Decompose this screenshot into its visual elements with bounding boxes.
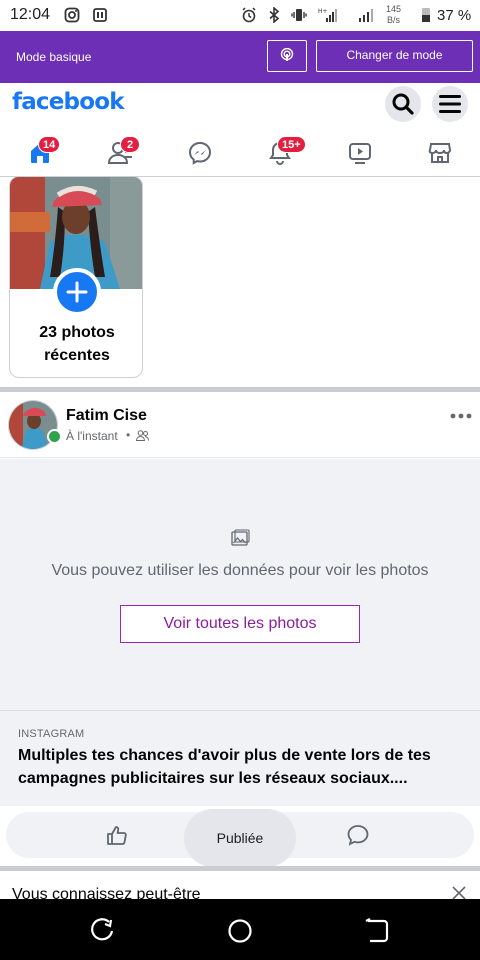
comment-icon[interactable] [347, 824, 369, 846]
post-header: Fatim Cise À l'instant • [0, 393, 480, 458]
photo-icon [231, 529, 250, 546]
home-nav-icon[interactable] [227, 918, 253, 944]
plus-icon [66, 281, 88, 303]
section-divider [0, 387, 480, 392]
menu-button[interactable] [432, 86, 468, 122]
menu-icon [439, 95, 461, 113]
recent-photos-label: 23 photos récentes [39, 324, 115, 364]
marketplace-icon [428, 143, 452, 163]
people-suggestions: Vous connaissez peut-être [0, 872, 480, 902]
network-speed: 145 B/s [386, 4, 401, 26]
instagram-icon [64, 7, 80, 23]
tab-messenger[interactable] [170, 135, 230, 171]
alarm-icon [242, 7, 256, 23]
signal-icon: H+ [318, 8, 337, 22]
status-time: 12:04 [10, 6, 51, 23]
post-meta-separator: • [126, 428, 131, 442]
battery-icon [422, 8, 430, 22]
app-header: facebook [0, 83, 480, 129]
nav-tabs: 14 2 15+ [0, 129, 480, 177]
tab-watch[interactable] [330, 135, 390, 171]
recent-apps-icon[interactable] [89, 918, 115, 944]
facebook-logo[interactable]: facebook [12, 89, 125, 115]
close-icon[interactable] [452, 886, 466, 900]
messenger-icon [188, 141, 212, 165]
link-source: INSTAGRAM [18, 728, 85, 740]
svg-text:H+: H+ [318, 8, 328, 15]
basic-mode-bar: Mode basique Changer de mode [0, 31, 480, 83]
tab-notifications[interactable]: 15+ [250, 135, 310, 171]
add-photo-button[interactable] [53, 268, 101, 316]
notifications-badge: 15+ [277, 136, 306, 153]
online-status-dot [47, 429, 62, 444]
net-speed-value: 145 [386, 4, 402, 14]
search-icon [392, 93, 414, 115]
net-speed-unit: B/s [387, 15, 401, 25]
tab-friends[interactable]: 2 [90, 135, 150, 171]
podcast-icon [280, 48, 294, 61]
tab-home[interactable]: 14 [10, 135, 70, 171]
data-usage-notice: Vous pouvez utiliser les données pour vo… [51, 562, 429, 579]
friends-badge: 2 [120, 136, 140, 153]
change-mode-button[interactable]: Changer de mode [316, 40, 473, 72]
section-divider [0, 866, 480, 871]
sim-card-icon [93, 8, 107, 22]
system-navigation-bar [0, 899, 480, 960]
recent-photos-card[interactable]: 23 photos récentes [9, 176, 143, 378]
tab-marketplace[interactable] [410, 135, 470, 171]
friends-audience-icon [136, 430, 149, 441]
more-options-icon[interactable] [449, 411, 473, 421]
like-icon[interactable] [106, 824, 128, 846]
post-photo-placeholder: Vous pouvez utiliser les données pour vo… [0, 459, 480, 710]
published-toast: Publiée [184, 809, 296, 867]
vibrate-icon [291, 9, 307, 21]
link-title: Multiples tes chances d'avoir plus de ve… [18, 747, 431, 787]
back-icon[interactable] [364, 918, 390, 944]
recent-photos-section: 23 photos récentes [0, 176, 480, 388]
home-badge: 14 [38, 136, 61, 153]
post-time: À l'instant [66, 429, 118, 443]
video-icon [349, 143, 371, 164]
basic-mode-label: Mode basique [16, 50, 92, 64]
view-all-photos-button[interactable]: Voir toutes les photos [120, 605, 360, 643]
battery-level: 37 % [437, 7, 472, 24]
search-button[interactable] [385, 86, 421, 122]
post-author[interactable]: Fatim Cise [66, 407, 147, 425]
link-preview[interactable]: INSTAGRAM Multiples tes chances d'avoir … [0, 710, 480, 806]
bluetooth-icon [269, 7, 280, 23]
signal-icon [359, 9, 373, 22]
status-bar: 12:04 H+ 145 B/s 37 % [0, 0, 480, 31]
podcast-button[interactable] [267, 40, 307, 72]
